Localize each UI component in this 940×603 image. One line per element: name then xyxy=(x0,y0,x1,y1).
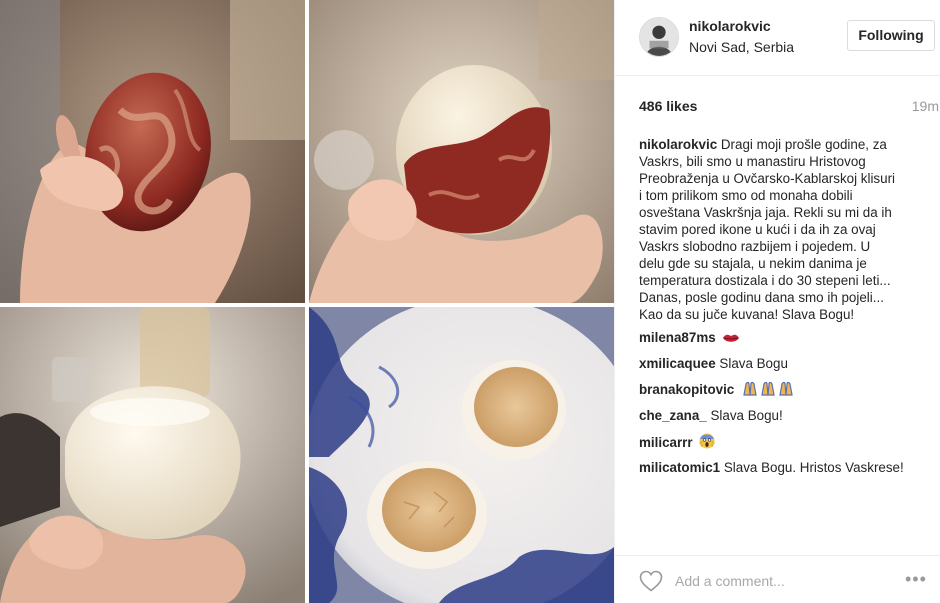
photo-red-egg-in-hand xyxy=(0,0,305,303)
screaming-face-emoji-icon xyxy=(699,433,716,453)
caption-username[interactable]: nikolarokvic xyxy=(639,137,717,152)
caption-line: Kao da su juče kuvana! Slava Bogu! xyxy=(639,307,855,322)
post-location[interactable]: Novi Sad, Serbia xyxy=(689,39,794,55)
caption-line: Danas, posle godinu dana smo ih pojeli..… xyxy=(639,290,884,305)
comment-item: milena87ms xyxy=(639,329,933,355)
post-header: nikolarokvic Novi Sad, Serbia Following xyxy=(615,0,940,76)
post-caption: nikolarokvic Dragi moji prošle godine, z… xyxy=(639,136,933,323)
comment-item: milicarrr xyxy=(639,433,933,459)
post-side-panel: nikolarokvic Novi Sad, Serbia Following … xyxy=(614,0,940,603)
comment-item: xmilicaquee Slava Bogu xyxy=(639,355,933,381)
comment-item: che_zana_ Slava Bogu! xyxy=(639,407,933,433)
post-author-username[interactable]: nikolarokvic xyxy=(689,18,771,34)
comment-username[interactable]: xmilicaquee xyxy=(639,356,716,371)
comment-item: milicatomic1 Slava Bogu. Hristos Vaskres… xyxy=(639,459,933,485)
comments-list: nikolarokvic Dragi moji prošle godine, z… xyxy=(639,136,933,485)
caption-line: delu gde su stajala, u nekim danima je xyxy=(639,256,867,271)
caption-line: osveštana Vaskršnja jaja. Rekli su mi da… xyxy=(639,205,892,220)
caption-line: i tom prilikom smo od monaha dobili xyxy=(639,188,853,203)
comment-text: Slava Bogu xyxy=(719,356,788,371)
comment-username[interactable]: milicatomic1 xyxy=(639,460,720,475)
comment-item: branakopitovic xyxy=(639,381,933,407)
caption-line: temperatura dostizala i do 30 stepeni le… xyxy=(639,273,891,288)
likes-count[interactable]: 486 likes xyxy=(639,98,697,114)
post-timestamp[interactable]: 19m xyxy=(912,98,939,114)
comment-bar: ••• xyxy=(615,555,940,603)
comment-username[interactable]: che_zana_ xyxy=(639,408,707,423)
add-comment-input[interactable] xyxy=(675,571,895,591)
lips-emoji-icon xyxy=(722,331,740,348)
comment-text: Slava Bogu! xyxy=(710,408,783,423)
comment-text: Slava Bogu. Hristos Vaskrese! xyxy=(723,460,904,475)
avatar[interactable] xyxy=(639,17,679,57)
caption-line: stavim pored ikone u kući i da ih za ova… xyxy=(639,222,876,237)
caption-line: Preobraženja u Ovčarsko-Kablarskoj klisu… xyxy=(639,171,896,186)
photo-peeled-egg-in-hand xyxy=(309,0,614,303)
caption-line: Vaskrs slobodno razbijem i pojedem. U xyxy=(639,239,871,254)
caption-line: nikolarokvic Dragi moji prošle godine, z… xyxy=(639,137,887,152)
photo-halved-eggs-on-plate xyxy=(309,307,614,603)
comment-username[interactable]: milicarrr xyxy=(639,435,693,450)
comment-username[interactable]: branakopitovic xyxy=(639,382,734,397)
following-button[interactable]: Following xyxy=(847,20,935,51)
praying-hands-emoji-icon xyxy=(741,381,795,400)
photo-white-egg-in-hand xyxy=(0,307,305,603)
comment-username[interactable]: milena87ms xyxy=(639,330,716,345)
post-image-collage[interactable] xyxy=(0,0,614,603)
heart-icon[interactable] xyxy=(639,570,663,592)
more-options-icon[interactable]: ••• xyxy=(905,570,931,588)
caption-line: Vaskrs, bili smo u manastiru Hristovog xyxy=(639,154,866,169)
likes-row: 486 likes 19m xyxy=(639,98,939,120)
